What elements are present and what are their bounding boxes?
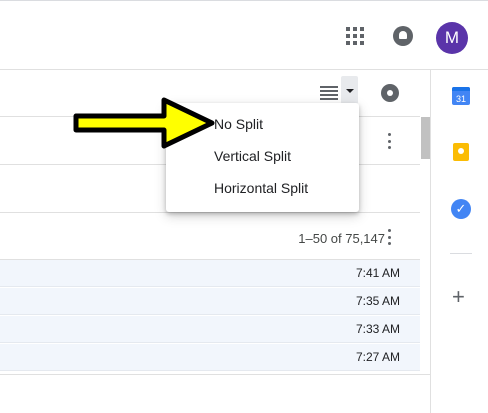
split-pane-dropdown-button[interactable] (341, 76, 358, 104)
email-row[interactable]: 7:35 AM (0, 288, 420, 315)
row-divider (0, 212, 420, 213)
side-panel (430, 70, 488, 413)
calendar-icon[interactable]: 31 (452, 87, 470, 105)
tasks-icon[interactable]: ✓ (451, 199, 471, 219)
side-panel-divider (450, 253, 472, 254)
top-bar (0, 0, 488, 70)
email-time: 7:35 AM (355, 294, 400, 308)
add-addon-icon[interactable]: + (452, 286, 465, 308)
avatar[interactable]: M (436, 22, 468, 54)
apps-grid-icon[interactable] (346, 27, 364, 45)
calendar-day: 31 (455, 94, 466, 104)
annotation-arrow-icon (73, 97, 215, 149)
pagination-label: 1–50 of 75,147 (298, 231, 385, 246)
menu-item-horizontal-split[interactable]: Horizontal Split (214, 180, 308, 196)
scrollbar[interactable] (421, 117, 430, 159)
email-row[interactable]: 7:27 AM (0, 344, 420, 371)
list-density-icon[interactable] (320, 86, 338, 100)
more-options-icon[interactable] (388, 133, 392, 149)
email-time: 7:27 AM (355, 350, 400, 364)
email-time: 7:41 AM (355, 266, 400, 280)
email-time: 7:33 AM (355, 322, 400, 336)
bell-icon[interactable] (393, 26, 413, 46)
email-row[interactable]: 7:33 AM (0, 316, 420, 343)
list-bottom-divider (0, 374, 430, 375)
email-row[interactable]: 7:41 AM (0, 260, 420, 287)
pagination-more-icon[interactable] (388, 229, 392, 245)
menu-item-vertical-split[interactable]: Vertical Split (214, 148, 291, 164)
gear-icon[interactable] (381, 84, 399, 102)
keep-icon[interactable] (453, 143, 469, 161)
